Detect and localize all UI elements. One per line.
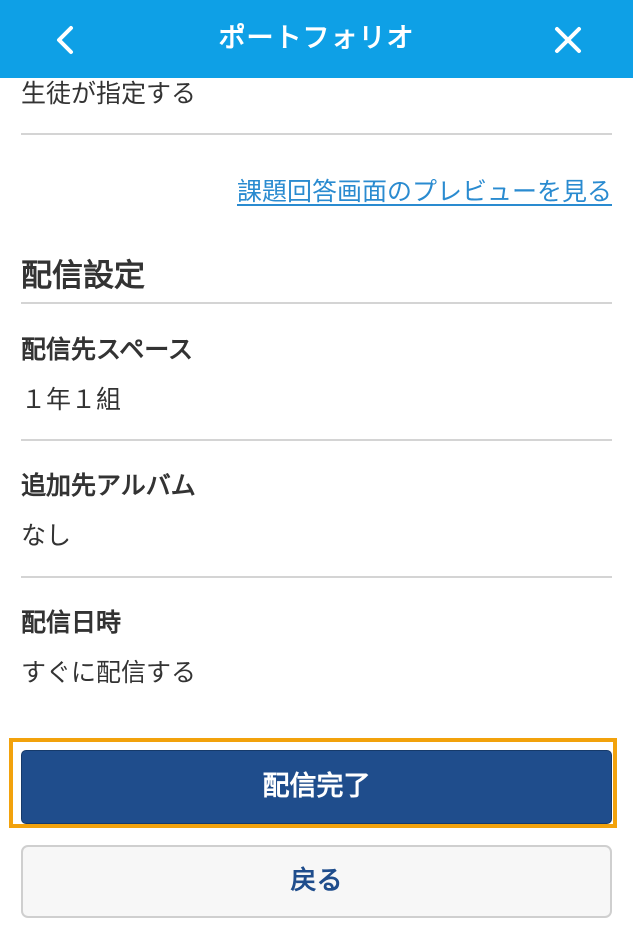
field-label-datetime: 配信日時 [21, 608, 122, 637]
section-title: 配信設定 [21, 258, 145, 294]
field-value-space: １年１組 [21, 385, 122, 414]
divider [21, 302, 612, 304]
field-label-space: 配信先スペース [21, 335, 194, 364]
page-title: ポートフォリオ [218, 23, 415, 54]
close-icon [555, 27, 581, 53]
divider [21, 133, 612, 135]
answer-setting-value: 生徒が指定する [21, 79, 197, 108]
preview-link[interactable]: 課題回答画面のプレビューを見る [237, 172, 612, 208]
divider [21, 439, 612, 441]
complete-delivery-button[interactable]: 配信完了 [21, 750, 612, 824]
field-value-album: なし [21, 521, 72, 550]
field-value-datetime: すぐに配信する [21, 658, 197, 687]
app-header: ポートフォリオ [0, 0, 633, 78]
back-text-button[interactable]: 戻る [21, 845, 612, 918]
field-label-album: 追加先アルバム [21, 471, 196, 500]
divider [21, 576, 612, 578]
close-button[interactable] [548, 20, 588, 60]
